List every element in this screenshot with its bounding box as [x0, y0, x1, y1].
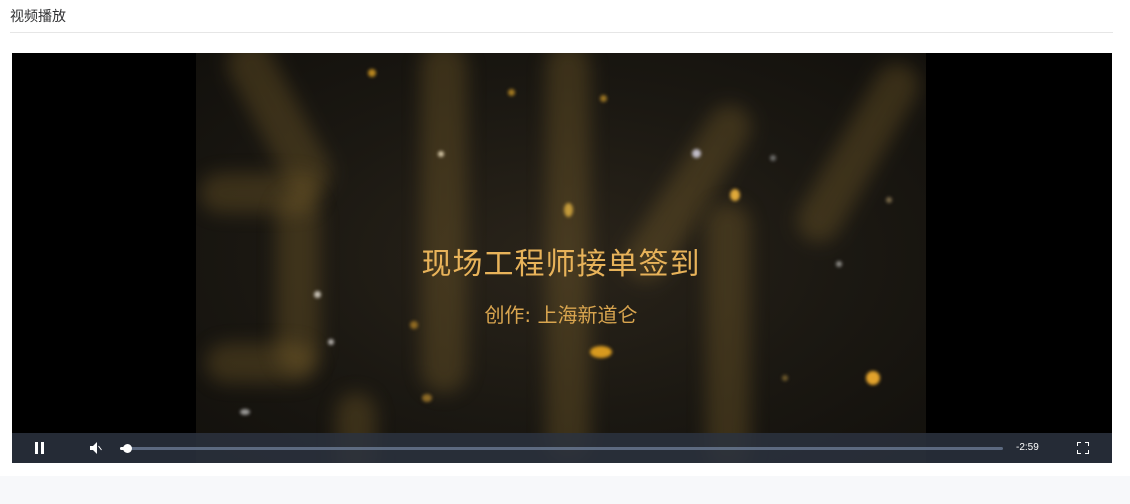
particle — [692, 149, 701, 158]
page-footer-background — [0, 476, 1130, 504]
particle — [438, 151, 444, 157]
video-player[interactable]: 现场工程师接单签到 创作: 上海新道仑 -2:59 — [12, 53, 1112, 463]
particle — [886, 197, 892, 203]
particle — [422, 394, 432, 402]
time-remaining: -2:59 — [1016, 442, 1039, 453]
video-title: 现场工程师接单签到 — [421, 247, 701, 282]
page: 视频播放 现场工程师接单签到 创作: 上海新道仑 -2:59 — [0, 0, 1130, 504]
video-card: 视频播放 现场工程师接单签到 创作: 上海新道仑 -2:59 — [0, 0, 1130, 476]
particle — [600, 95, 607, 102]
background-glow — [788, 55, 926, 251]
particle — [866, 371, 880, 385]
mute-button[interactable] — [84, 433, 108, 463]
control-bar: -2:59 — [12, 433, 1112, 463]
fullscreen-icon — [1077, 442, 1089, 454]
pause-icon — [35, 442, 44, 454]
title-divider — [10, 32, 1113, 33]
play-pause-button[interactable] — [28, 433, 52, 463]
volume-muted-icon — [90, 442, 102, 454]
fullscreen-button[interactable] — [1070, 433, 1096, 463]
progress-handle[interactable] — [123, 444, 133, 453]
particle — [770, 155, 776, 161]
video-frame[interactable]: 现场工程师接单签到 创作: 上海新道仑 — [196, 53, 926, 463]
particle — [508, 89, 515, 96]
card-title: 视频播放 — [10, 8, 66, 24]
background-glow — [421, 53, 467, 393]
particle — [240, 409, 250, 415]
background-glow — [206, 343, 316, 383]
particle — [314, 291, 321, 298]
particle — [368, 69, 376, 77]
particle — [328, 339, 334, 345]
particle — [590, 346, 612, 358]
progress-bar[interactable] — [120, 444, 1003, 453]
particle — [564, 203, 573, 217]
video-subtitle: 创作: 上海新道仑 — [484, 303, 638, 327]
particle — [782, 375, 788, 381]
particle — [730, 189, 740, 201]
